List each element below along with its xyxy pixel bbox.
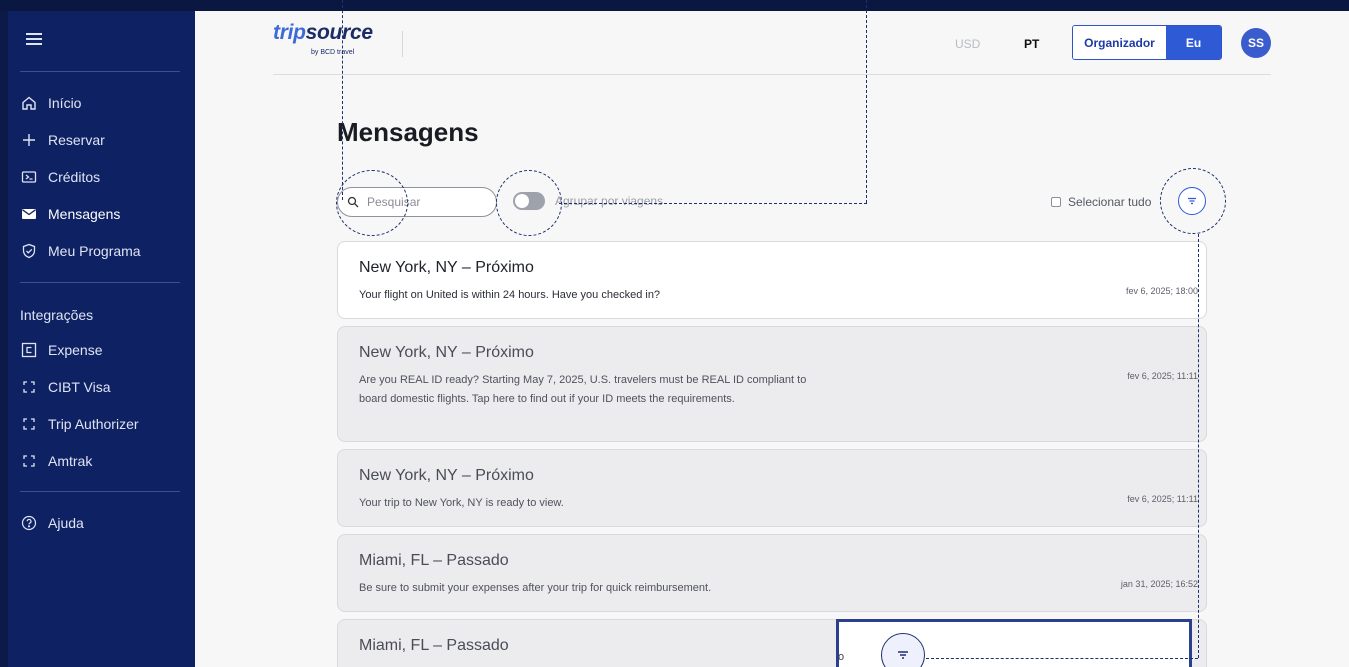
sidebar-item-label: Amtrak [48, 453, 93, 469]
message-title: New York, NY – Próximo [359, 344, 534, 361]
message-body: Your trip to New York, NY is ready to vi… [359, 497, 564, 509]
top-strip [0, 0, 1349, 11]
guide-line [1198, 234, 1199, 658]
sidebar-item-label: CIBT Visa [48, 379, 111, 395]
sidebar-item-label: Expense [48, 342, 103, 358]
currency-selector[interactable]: USD [955, 37, 980, 51]
message-title: New York, NY – Próximo [359, 467, 534, 484]
message-date: fev 6, 2025; 11:11 [1127, 371, 1198, 381]
sidebar-item-meu-programa[interactable]: Meu Programa [20, 239, 141, 263]
select-all[interactable]: Selecionar tudo [1051, 195, 1151, 209]
sidebar-item-label: Ajuda [48, 515, 84, 531]
organizer-tab[interactable]: Organizador [1073, 26, 1166, 59]
message-title: Miami, FL – Passado [359, 552, 509, 569]
language-selector[interactable]: PT [1024, 37, 1039, 51]
toggle-label: Agrupar por viagens [555, 194, 664, 208]
message-title: New York, NY – Próximo [359, 259, 534, 276]
sidebar-item-label: Reservar [48, 132, 105, 148]
highlight-search [336, 170, 408, 236]
message-body: Your flight on United is within 24 hours… [359, 289, 661, 301]
sidebar-item-label: Trip Authorizer [48, 416, 139, 432]
external-app-icon [20, 378, 38, 396]
sidebar-item-ajuda[interactable]: Ajuda [20, 511, 84, 535]
help-icon [20, 514, 38, 532]
sidebar-divider [20, 71, 180, 72]
sidebar-item-trip-authorizer[interactable]: Trip Authorizer [20, 412, 139, 436]
menu-icon[interactable] [26, 33, 42, 45]
self-tab[interactable]: Eu [1166, 26, 1221, 59]
main-content: tripsource by BCD travel USD PT Organiza… [195, 11, 1349, 667]
logo-subtitle: by BCD travel [311, 49, 355, 56]
tripsource-logo[interactable]: tripsource by BCD travel [273, 21, 403, 63]
logo-trip-text: trip [273, 21, 306, 44]
sidebar-item-cibt-visa[interactable]: CIBT Visa [20, 375, 111, 399]
external-app-icon [20, 415, 38, 433]
message-card[interactable]: New York, NY – Próximo Your trip to New … [337, 449, 1207, 527]
message-date: fev 6, 2025; 11:11 [1127, 494, 1198, 504]
guide-line [866, 0, 867, 203]
highlight-toggle [496, 170, 562, 236]
select-all-checkbox[interactable] [1051, 197, 1061, 207]
sidebar-item-inicio[interactable]: Início [20, 91, 81, 115]
filter-icon [898, 651, 908, 659]
popup-radio[interactable]: o [838, 651, 844, 663]
message-date: jan 31, 2025; 16:52 [1120, 579, 1198, 589]
sidebar-item-label: Créditos [48, 169, 101, 185]
page-title: Mensagens [337, 117, 479, 147]
sidebar-item-reservar[interactable]: Reservar [20, 128, 105, 152]
integrations-heading: Integrações [20, 307, 94, 323]
avatar[interactable]: SS [1241, 28, 1271, 58]
external-app-icon [20, 452, 38, 470]
sidebar-item-label: Mensagens [48, 206, 121, 222]
message-card[interactable]: Miami, FL – Passado Be sure to submit yo… [337, 534, 1207, 612]
logo-source-text: source [305, 21, 373, 44]
shield-icon [20, 242, 38, 260]
message-card[interactable]: New York, NY – Próximo Your flight on Un… [337, 241, 1207, 319]
sidebar-item-expense[interactable]: Expense [20, 338, 102, 362]
sidebar: Início Reservar Créditos Mensagens Meu P… [8, 11, 195, 667]
message-title: Miami, FL – Passado [359, 637, 509, 654]
home-icon [20, 94, 38, 112]
sidebar-item-amtrak[interactable]: Amtrak [20, 449, 92, 473]
highlight-filter [1160, 168, 1226, 234]
sidebar-item-label: Início [48, 95, 82, 111]
role-switch: Organizador Eu [1072, 25, 1222, 60]
sidebar-item-creditos[interactable]: Créditos [20, 165, 100, 189]
guide-line [926, 658, 1198, 659]
mail-icon [20, 205, 38, 223]
select-all-label: Selecionar tudo [1068, 195, 1152, 209]
sidebar-divider [20, 282, 180, 283]
message-body: Be sure to submit your expenses after yo… [359, 582, 712, 594]
sidebar-item-mensagens[interactable]: Mensagens [20, 202, 120, 226]
credits-icon [20, 168, 38, 186]
sidebar-item-label: Meu Programa [48, 243, 141, 259]
expense-icon [20, 341, 38, 359]
message-card[interactable]: New York, NY – Próximo Are you REAL ID r… [337, 326, 1207, 442]
guide-line [559, 203, 867, 204]
sidebar-divider [20, 491, 180, 492]
header-divider [273, 74, 1271, 75]
plus-icon [20, 131, 38, 149]
logo-separator [402, 31, 403, 57]
guide-line [342, 0, 343, 200]
message-date: fev 6, 2025; 18:00 [1125, 286, 1198, 296]
message-body: Are you REAL ID ready? Starting May 7, 2… [359, 374, 807, 405]
